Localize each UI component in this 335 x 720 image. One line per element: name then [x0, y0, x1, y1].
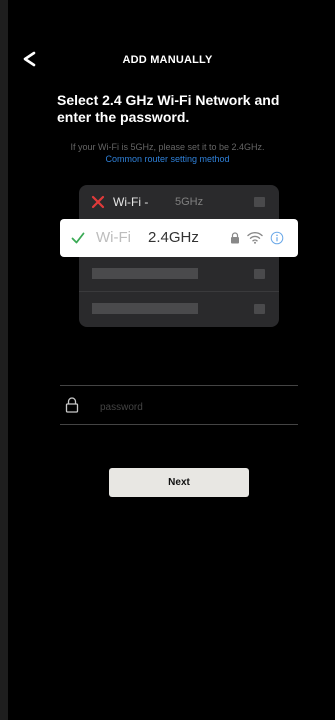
- network-2-4ghz-band: 2.4GHz: [148, 229, 199, 246]
- network-2-4ghz-name: Wi-Fi: [96, 229, 131, 246]
- check-icon: [71, 232, 85, 244]
- info-icon: [270, 231, 284, 245]
- placeholder-square: [254, 269, 265, 279]
- password-input[interactable]: [100, 398, 290, 416]
- x-icon: [91, 195, 105, 209]
- placeholder-network-bar: [92, 303, 198, 314]
- page-title: ADD MANUALLY: [122, 54, 213, 66]
- wifi-signal-icon: [247, 231, 263, 244]
- band-hint-text: If your Wi-Fi is 5GHz, please set it to …: [70, 142, 265, 152]
- left-edge-strip: [0, 0, 8, 720]
- next-button[interactable]: Next: [109, 468, 249, 497]
- screen: ADD MANUALLY Select 2.4 GHz Wi-Fi Networ…: [0, 0, 335, 720]
- network-5ghz-name: Wi-Fi -: [113, 195, 149, 209]
- placeholder-network-bar: [92, 268, 198, 279]
- router-setting-link[interactable]: Common router setting method: [0, 153, 335, 165]
- password-field-bottom-border: [60, 424, 298, 425]
- list-divider: [79, 291, 279, 292]
- network-5ghz-band: 5GHz: [175, 196, 204, 208]
- instruction-heading: Select 2.4 GHz Wi-Fi Network and enter t…: [57, 92, 280, 125]
- password-field-top-border: [60, 385, 298, 386]
- placeholder-square: [254, 304, 265, 314]
- lock-icon: [231, 232, 239, 244]
- network-row-2-4ghz: Wi-Fi 2.4GHz: [60, 219, 298, 257]
- placeholder-square: [254, 197, 265, 207]
- network-row-5ghz: Wi-Fi - 5GHz: [79, 185, 279, 219]
- password-lock-icon: [65, 397, 79, 413]
